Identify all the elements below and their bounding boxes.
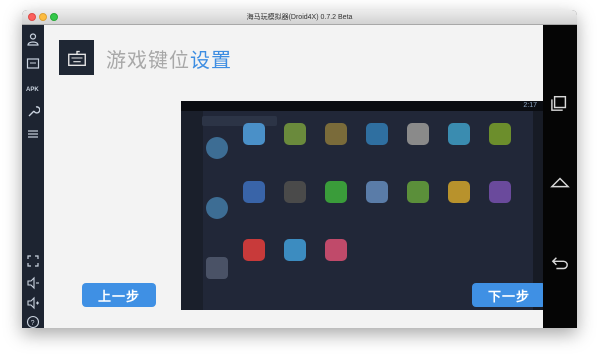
preview-app-icon xyxy=(407,123,429,145)
list-icon[interactable] xyxy=(25,126,41,142)
status-time: 2:17 xyxy=(523,102,537,109)
preview-app-icon xyxy=(366,123,388,145)
preview-dock-app xyxy=(206,257,228,279)
preview-app-icon xyxy=(366,181,388,203)
preview-app-icon xyxy=(325,239,347,261)
preview-dock-app xyxy=(206,197,228,219)
volume-up-icon[interactable] xyxy=(25,295,41,311)
wrench-icon[interactable] xyxy=(25,103,41,119)
fullscreen-icon[interactable] xyxy=(25,253,41,269)
preview-app-icon xyxy=(407,181,429,203)
preview-dock-app xyxy=(206,137,228,159)
back-icon[interactable] xyxy=(548,254,572,274)
page-title-part2: 设置 xyxy=(190,50,232,72)
preview-app-icon xyxy=(284,123,306,145)
preview-app-icon xyxy=(243,123,265,145)
preview-toolbar xyxy=(181,111,203,310)
user-icon[interactable] xyxy=(25,31,41,47)
keyboard-icon xyxy=(59,40,94,75)
page-title: 游戏键位设置 xyxy=(106,44,232,73)
title-bar: 海马玩模拟器(Droid4X) 0.7.2 Beta xyxy=(22,10,577,25)
preview-app-icon xyxy=(489,123,511,145)
emulator-window: 海马玩模拟器(Droid4X) 0.7.2 Beta APK ? 游戏键位设置 … xyxy=(22,10,577,328)
svg-text:?: ? xyxy=(31,320,35,327)
preview-app-icon xyxy=(284,239,306,261)
page-title-part1: 游戏键位 xyxy=(106,50,190,72)
tool-sidebar: APK ? xyxy=(22,25,44,328)
svg-text:APK: APK xyxy=(26,87,39,93)
recent-apps-icon[interactable] xyxy=(548,93,572,113)
status-bar: 2:17 xyxy=(181,101,545,111)
preview-app-icon xyxy=(448,181,470,203)
window-title: 海马玩模拟器(Droid4X) 0.7.2 Beta xyxy=(246,14,353,21)
preview-app-grid xyxy=(243,123,543,303)
preview-app-icon xyxy=(284,181,306,203)
android-nav-bar xyxy=(543,25,577,328)
key-setup-panel: 游戏键位设置 2:17 上一步 下一步 xyxy=(44,25,546,328)
previous-step-button[interactable]: 上一步 xyxy=(82,283,156,307)
preview-app-icon xyxy=(448,123,470,145)
help-icon[interactable]: ? xyxy=(25,314,41,328)
preview-app-icon xyxy=(243,239,265,261)
next-step-button[interactable]: 下一步 xyxy=(472,283,546,307)
preview-app-icon xyxy=(243,181,265,203)
volume-down-icon[interactable] xyxy=(25,275,41,291)
preview-app-icon xyxy=(325,123,347,145)
preview-app-icon xyxy=(325,181,347,203)
preview-app-icon xyxy=(489,181,511,203)
home-icon[interactable] xyxy=(548,173,572,193)
emulator-screen-preview: 2:17 xyxy=(181,101,545,310)
apk-install-icon[interactable]: APK xyxy=(25,80,41,96)
apk-folder-icon[interactable] xyxy=(25,55,41,71)
